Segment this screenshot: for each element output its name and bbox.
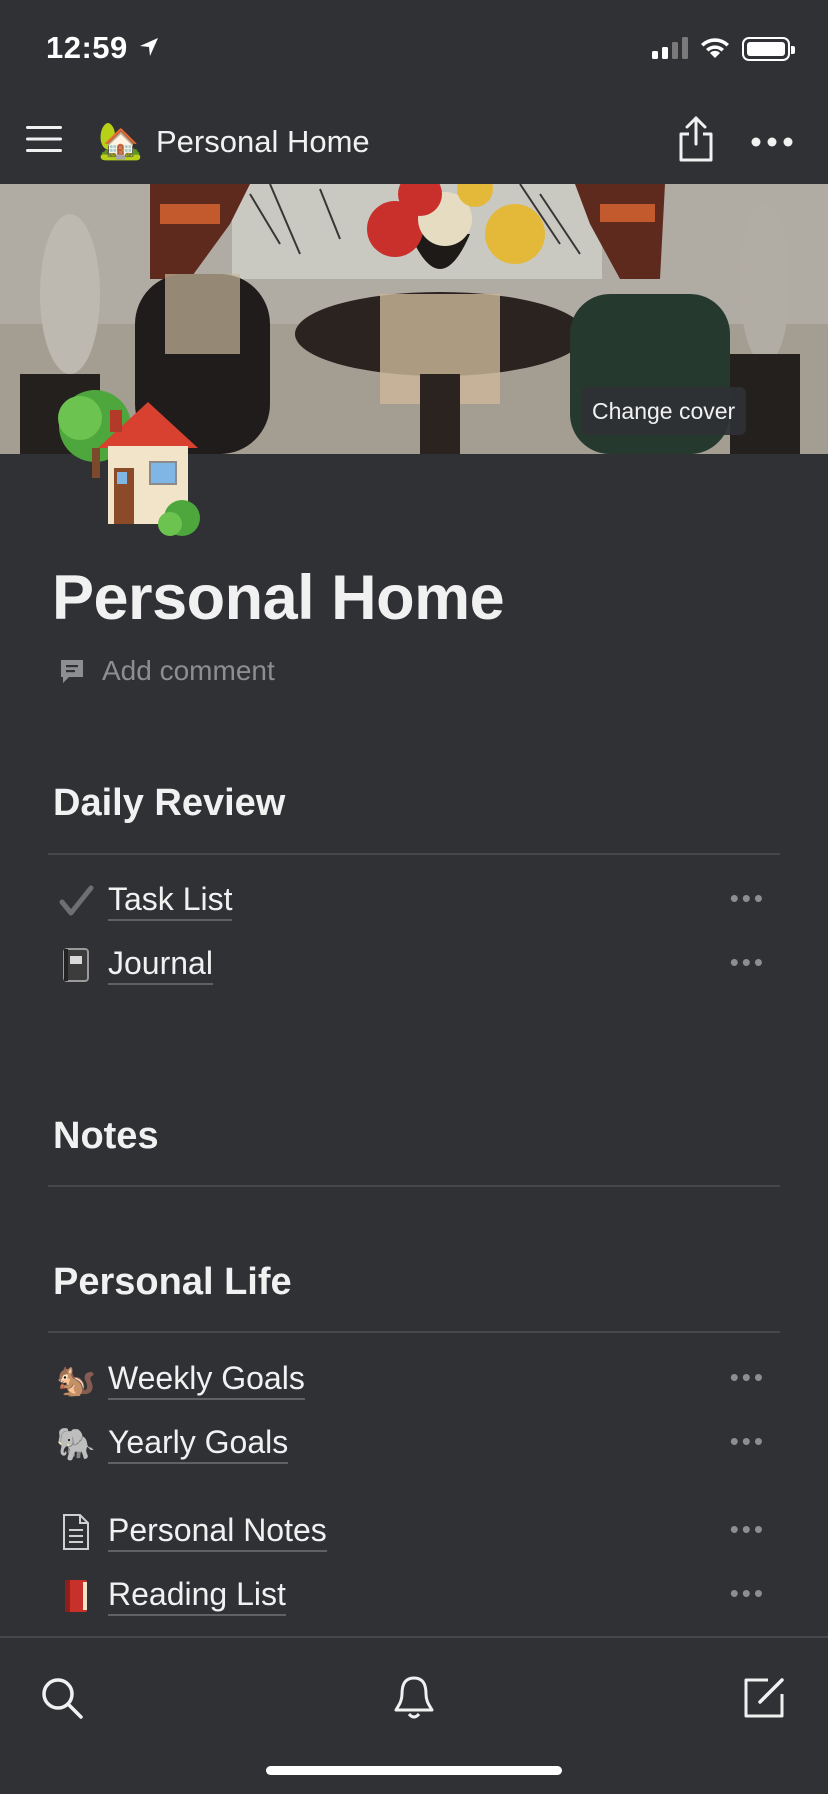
top-nav-bar: 🏡 Personal Home [0, 100, 828, 184]
chipmunk-icon: 🐿️ [56, 1362, 96, 1398]
heading-notes[interactable]: Notes [53, 1115, 159, 1158]
list-item-label: Personal Notes [108, 1512, 327, 1552]
heading-daily-review[interactable]: Daily Review [53, 782, 285, 825]
list-item-label: Weekly Goals [108, 1360, 305, 1400]
hamburger-menu-icon[interactable] [26, 124, 62, 154]
nav-page-title: Personal Home [156, 124, 370, 159]
list-item[interactable]: 🐘 Yearly Goals ••• [52, 1414, 782, 1474]
row-more-icon[interactable]: ••• [730, 1514, 766, 1545]
house-with-garden-icon: 🏡 [98, 120, 143, 161]
row-more-icon[interactable]: ••• [730, 947, 766, 978]
add-comment-button[interactable]: Add comment [58, 655, 275, 687]
wifi-icon [701, 38, 729, 58]
page-title[interactable]: Personal Home [52, 562, 505, 634]
list-item[interactable]: Task List ••• [52, 871, 782, 931]
compose-icon[interactable] [742, 1676, 786, 1720]
list-item-label: Journal [108, 945, 213, 985]
list-item[interactable]: Journal ••• [52, 935, 782, 995]
divider [48, 853, 780, 855]
notebook-icon [52, 941, 100, 989]
divider [48, 1331, 780, 1333]
list-item-label: Reading List [108, 1576, 286, 1616]
row-more-icon[interactable]: ••• [730, 1426, 766, 1457]
elephant-icon: 🐘 [56, 1426, 96, 1462]
check-mark-icon [52, 877, 100, 925]
row-more-icon[interactable]: ••• [730, 883, 766, 914]
list-item[interactable]: Reading List ••• [52, 1566, 782, 1626]
page-icon[interactable] [50, 378, 210, 543]
document-icon [52, 1508, 100, 1556]
battery-icon [742, 37, 795, 61]
add-comment-label: Add comment [102, 655, 275, 686]
list-item[interactable]: 🐿️ Weekly Goals ••• [52, 1350, 782, 1410]
list-item[interactable]: Personal Notes ••• [52, 1502, 782, 1562]
more-options-icon[interactable] [750, 136, 794, 148]
change-cover-button[interactable]: Change cover [581, 387, 747, 435]
bell-icon[interactable] [392, 1674, 436, 1722]
cellular-signal-icon [652, 37, 688, 59]
status-bar: 12:59 [0, 0, 828, 100]
location-arrow-icon [140, 38, 158, 56]
list-item-label: Task List [108, 881, 233, 921]
row-more-icon[interactable]: ••• [730, 1362, 766, 1393]
house-with-garden-icon [58, 390, 200, 536]
status-time: 12:59 [46, 30, 128, 65]
search-icon[interactable] [40, 1676, 84, 1720]
divider [48, 1185, 780, 1187]
red-book-icon [52, 1572, 100, 1620]
list-item-label: Yearly Goals [108, 1424, 289, 1464]
row-more-icon[interactable]: ••• [730, 1578, 766, 1609]
home-indicator[interactable] [266, 1766, 562, 1775]
comment-icon [61, 660, 83, 683]
heading-personal-life[interactable]: Personal Life [53, 1261, 292, 1304]
share-icon[interactable] [676, 114, 716, 164]
